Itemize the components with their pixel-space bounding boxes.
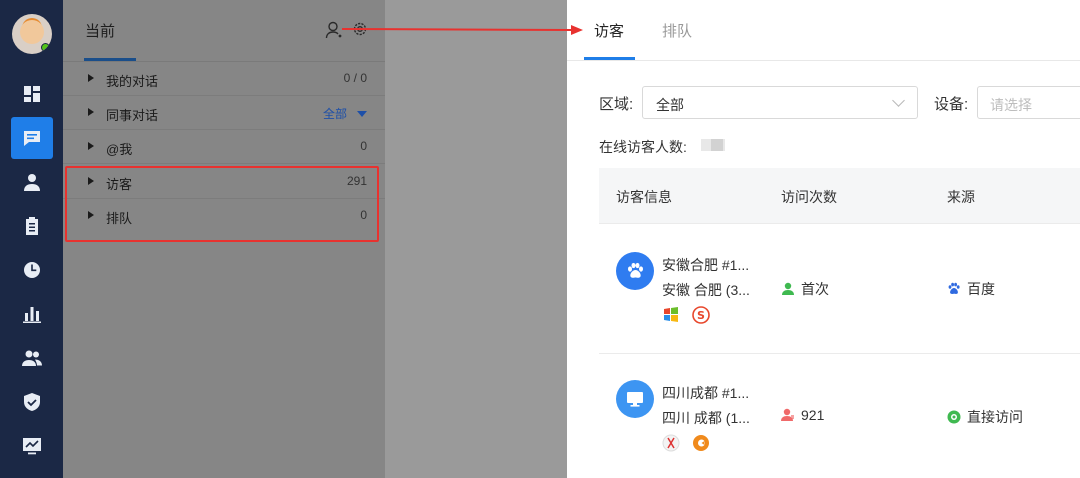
expand-arrow-icon <box>88 108 94 116</box>
expand-arrow-icon <box>88 142 94 150</box>
table-row[interactable]: 安徽合肥 #1... 安徽 合肥 (3... S 首次 百度 <box>599 224 1080 354</box>
list-row-colleague-chats[interactable]: 同事对话 全部 <box>63 96 385 130</box>
baidu-icon <box>948 282 960 294</box>
monitor-chart-icon[interactable] <box>11 425 53 467</box>
chat-icon[interactable] <box>11 117 53 159</box>
tab-visitors[interactable]: 访客 <box>594 20 624 41</box>
windows-icon <box>662 306 680 324</box>
chevron-down-icon <box>892 94 905 107</box>
caret-down-icon[interactable] <box>357 111 367 117</box>
gear-icon[interactable] <box>352 21 368 37</box>
direct-visit-icon <box>947 410 961 424</box>
source-cell: 直接访问 <box>947 407 1023 427</box>
bar-chart-icon[interactable] <box>11 293 53 335</box>
clock-icon[interactable] <box>11 249 53 291</box>
tab-current[interactable]: 当前 <box>85 20 115 41</box>
avatar[interactable] <box>12 14 52 54</box>
region-value: 全部 <box>656 97 684 113</box>
list-row-mentions[interactable]: @我 0 <box>63 130 385 164</box>
visit-count-cell: 921 <box>781 407 824 423</box>
nav-rail <box>0 0 63 478</box>
visit-count: 首次 <box>801 281 829 297</box>
row-label: 我的对话 <box>106 74 159 89</box>
visitor-name[interactable]: 四川成都 #1... <box>662 383 749 403</box>
shield-icon[interactable] <box>11 381 53 423</box>
returning-visitor-icon <box>781 408 794 421</box>
row-label: 同事对话 <box>106 108 159 123</box>
source-value: 直接访问 <box>967 409 1023 425</box>
source-cell: 百度 <box>947 279 995 299</box>
first-visit-icon <box>782 282 794 295</box>
col-source: 来源 <box>947 189 975 205</box>
row-label: @我 <box>106 142 133 157</box>
tab-queue[interactable]: 排队 <box>662 20 692 41</box>
device-select[interactable]: 请选择 <box>977 86 1080 119</box>
list-row-my-chats[interactable]: 我的对话 0 / 0 <box>63 62 385 96</box>
baidu-paw-icon <box>616 252 654 290</box>
desktop-icon <box>616 380 654 418</box>
user-status-icon[interactable] <box>325 21 343 39</box>
tab-divider <box>567 60 1080 61</box>
visit-count-cell: 首次 <box>781 279 829 299</box>
table-header: 访客信息 访问次数 来源 <box>599 168 1080 224</box>
row-count: 0 <box>360 139 367 153</box>
visitor-name[interactable]: 安徽合肥 #1... <box>662 255 749 275</box>
user-icon[interactable] <box>11 161 53 203</box>
firefox-icon <box>692 434 710 452</box>
region-select[interactable]: 全部 <box>642 86 918 119</box>
source-value: 百度 <box>967 281 995 297</box>
clipboard-icon[interactable] <box>11 205 53 247</box>
colleague-filter-dropdown[interactable]: 全部 <box>323 105 347 122</box>
col-visit-count: 访问次数 <box>781 189 837 205</box>
visitor-location: 安徽 合肥 (3... <box>662 282 750 298</box>
tab-current-underline <box>84 58 136 61</box>
device-placeholder: 请选择 <box>990 97 1032 113</box>
visit-count: 921 <box>801 407 825 423</box>
device-label: 设备: <box>934 96 969 113</box>
visitor-drawer: 访客 排队 区域: 全部 设备: 请选择 在线访客人数: 访客信息 访问次数 来… <box>567 0 1080 478</box>
macos-icon <box>662 434 680 452</box>
online-status-dot <box>41 43 50 52</box>
col-visitor-info: 访客信息 <box>616 189 672 205</box>
expand-arrow-icon <box>88 74 94 82</box>
modal-overlay[interactable] <box>385 0 567 478</box>
visitor-location: 四川 成都 (1... <box>662 410 750 426</box>
team-icon[interactable] <box>11 337 53 379</box>
row-count: 0 / 0 <box>343 71 367 85</box>
highlight-box <box>65 166 379 242</box>
online-count-label: 在线访客人数: <box>599 139 687 155</box>
svg-text:S: S <box>697 309 705 322</box>
dashboard-icon[interactable] <box>11 73 53 115</box>
panel-tabbar: 当前 <box>63 0 385 62</box>
table-row[interactable]: 四川成都 #1... 四川 成都 (1... 921 直接访问 <box>599 354 1080 478</box>
region-label: 区域: <box>599 96 634 113</box>
sogou-browser-icon: S <box>692 306 710 324</box>
online-count-value <box>701 139 725 151</box>
